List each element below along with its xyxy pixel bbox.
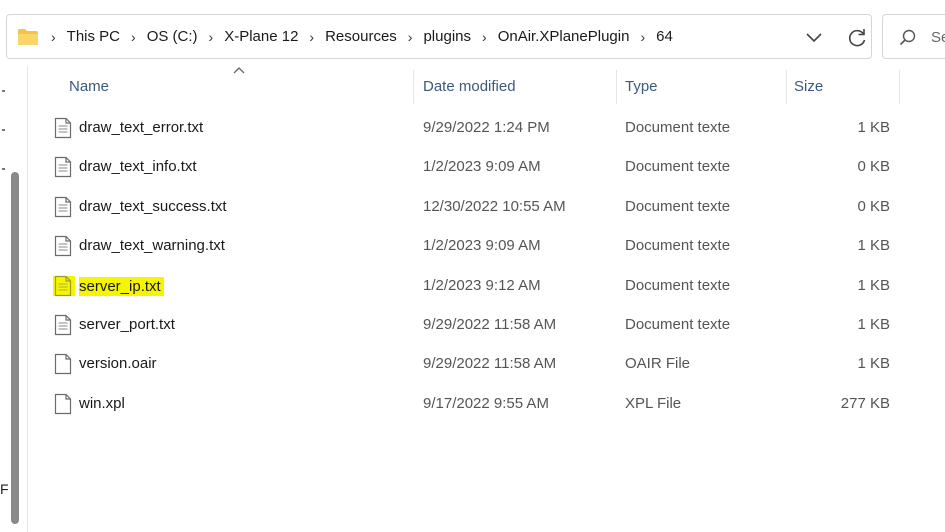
- file-size: 1 KB: [857, 276, 890, 294]
- file-size: 0 KB: [857, 197, 890, 215]
- file-date-modified: 9/29/2022 11:58 AM: [423, 355, 557, 373]
- file-name: version.oair: [79, 355, 157, 373]
- file-type: XPL File: [625, 394, 682, 412]
- search-input[interactable]: Se: [931, 29, 945, 46]
- file-date-modified: 9/29/2022 1:24 PM: [423, 119, 550, 136]
- file-size: 277 KB: [840, 394, 890, 412]
- file-row-highlighted[interactable]: server_ip.txt 1/2/2023 9:12 AM Document …: [30, 266, 945, 305]
- file-name: win.xpl: [79, 394, 125, 412]
- text-file-icon: [54, 236, 72, 257]
- file-type: Document texte: [625, 237, 731, 255]
- file-type: Document texte: [625, 158, 731, 176]
- search-icon: [899, 29, 916, 46]
- scrollbar-thumb[interactable]: [11, 172, 19, 524]
- file-date-modified: 9/17/2022 9:55 AM: [423, 394, 549, 412]
- file-row[interactable]: win.xpl 9/17/2022 9:55 AM XPL File 277 K…: [30, 384, 945, 423]
- file-name: draw_text_warning.txt: [79, 237, 225, 255]
- column-header-type[interactable]: Type: [625, 78, 658, 95]
- chevron-right-icon[interactable]: ›: [209, 29, 214, 45]
- column-headers: Name Date modified Type Size: [30, 66, 945, 108]
- file-date-modified: 9/29/2022 11:58 AM: [423, 315, 557, 333]
- file-row[interactable]: server_port.txt 9/29/2022 11:58 AM Docum…: [30, 305, 945, 344]
- breadcrumb-x-plane-12[interactable]: X-Plane 12: [224, 28, 298, 45]
- chevron-right-icon[interactable]: ›: [309, 29, 314, 45]
- file-name: server_ip.txt: [79, 276, 164, 296]
- file-size: 1 KB: [857, 355, 890, 373]
- nav-marker: [2, 129, 5, 131]
- column-divider[interactable]: [786, 70, 787, 104]
- breadcrumb: › This PC › OS (C:) › X-Plane 12 › Resou…: [47, 15, 673, 58]
- column-divider[interactable]: [616, 70, 617, 104]
- column-header-size[interactable]: Size: [794, 78, 823, 95]
- file-row[interactable]: draw_text_warning.txt 1/2/2023 9:09 AM D…: [30, 226, 945, 265]
- blank-file-icon: [54, 393, 72, 414]
- file-name: draw_text_success.txt: [79, 197, 227, 215]
- file-size: 1 KB: [857, 315, 890, 333]
- file-type: Document texte: [625, 315, 731, 333]
- breadcrumb-64[interactable]: 64: [656, 28, 673, 45]
- file-type: OAIR File: [625, 355, 691, 373]
- column-divider[interactable]: [413, 70, 414, 104]
- file-row[interactable]: draw_text_success.txt 12/30/2022 10:55 A…: [30, 187, 945, 226]
- text-file-icon: [54, 275, 72, 296]
- breadcrumb-this-pc[interactable]: This PC: [67, 28, 120, 45]
- file-size: 1 KB: [857, 237, 890, 255]
- text-file-icon: [54, 314, 72, 336]
- file-row[interactable]: draw_text_error.txt 9/29/2022 1:24 PM Do…: [30, 108, 945, 147]
- address-bar[interactable]: › This PC › OS (C:) › X-Plane 12 › Resou…: [6, 14, 872, 59]
- file-type: Document texte: [625, 276, 731, 294]
- breadcrumb-os-c[interactable]: OS (C:): [147, 28, 198, 45]
- file-date-modified: 1/2/2023 9:12 AM: [423, 276, 541, 294]
- column-header-name[interactable]: Name: [69, 78, 109, 95]
- search-box[interactable]: Se: [882, 14, 945, 59]
- chevron-down-icon[interactable]: [803, 28, 825, 46]
- breadcrumb-plugins[interactable]: plugins: [423, 28, 471, 45]
- file-size: 0 KB: [857, 158, 890, 176]
- blank-file-icon: [54, 354, 72, 375]
- chevron-right-icon[interactable]: ›: [408, 29, 413, 45]
- text-file-icon: [54, 117, 72, 139]
- file-type: Document texte: [625, 119, 731, 136]
- text-file-icon: [54, 157, 72, 178]
- folder-icon: [18, 29, 38, 45]
- file-row[interactable]: version.oair 9/29/2022 11:58 AM OAIR Fil…: [30, 344, 945, 383]
- file-row[interactable]: draw_text_info.txt 1/2/2023 9:09 AM Docu…: [30, 147, 945, 186]
- refresh-icon[interactable]: [845, 26, 869, 50]
- column-header-date-modified[interactable]: Date modified: [423, 78, 516, 95]
- column-divider[interactable]: [899, 70, 900, 104]
- file-name: server_port.txt: [79, 315, 175, 333]
- text-file-icon: [54, 196, 72, 217]
- file-date-modified: 1/2/2023 9:09 AM: [423, 237, 541, 255]
- file-list: draw_text_error.txt 9/29/2022 1:24 PM Do…: [30, 108, 945, 423]
- nav-marker: [2, 90, 5, 92]
- pane-divider[interactable]: [27, 66, 28, 532]
- chevron-right-icon[interactable]: ›: [131, 29, 136, 45]
- chevron-right-icon[interactable]: ›: [482, 29, 487, 45]
- file-size: 1 KB: [857, 119, 890, 136]
- nav-marker: [2, 168, 5, 170]
- chevron-right-icon[interactable]: ›: [51, 29, 56, 45]
- file-date-modified: 1/2/2023 9:09 AM: [423, 158, 541, 176]
- file-type: Document texte: [625, 197, 731, 215]
- sort-ascending-icon: [233, 67, 245, 74]
- nav-item-label[interactable]: F: [0, 481, 9, 497]
- file-date-modified: 12/30/2022 10:55 AM: [423, 197, 566, 215]
- file-name: draw_text_error.txt: [79, 119, 204, 136]
- breadcrumb-onair-xplaneplugin[interactable]: OnAir.XPlanePlugin: [498, 28, 630, 45]
- chevron-right-icon[interactable]: ›: [640, 29, 645, 45]
- breadcrumb-resources[interactable]: Resources: [325, 28, 397, 45]
- file-name: draw_text_info.txt: [79, 158, 197, 176]
